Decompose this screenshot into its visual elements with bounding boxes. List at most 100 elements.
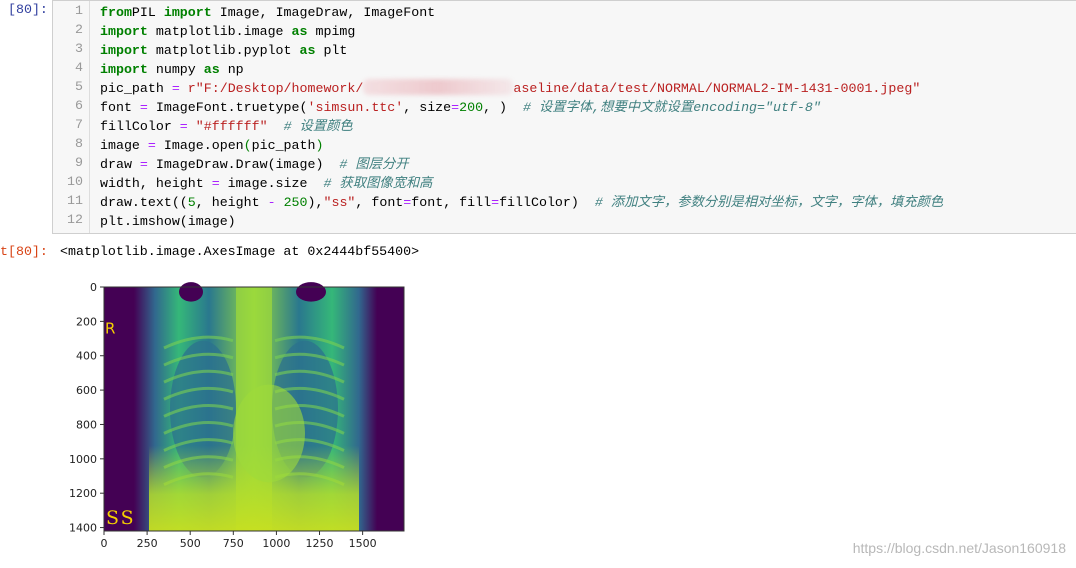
code-line: draw = ImageDraw.Draw(image) # 图层分开 (100, 155, 943, 174)
code-token: = (491, 195, 500, 210)
line-number: 5 (75, 79, 83, 94)
code-token: 'simsun.ttc' (307, 100, 404, 115)
code-token: Image, ImageDraw, ImageFont (211, 5, 436, 20)
code-token: "ss" (323, 195, 356, 210)
code-token: # 添加文字，参数分别是相对坐标，文字，字体，填充颜色 (594, 195, 944, 210)
code-line: pic_path = r"F:/Desktop/homework/aseline… (100, 79, 943, 98)
watermark: https://blog.csdn.net/Jason160918 (852, 540, 1066, 556)
line-number: 6 (75, 98, 83, 113)
x-tick-label: 0 (101, 537, 108, 550)
y-tick-label: 1200 (69, 487, 97, 500)
line-number: 1 (75, 3, 83, 18)
code-token: plt (315, 43, 348, 58)
code-token: fillColor) (499, 195, 595, 210)
dark-patch (296, 282, 326, 302)
code-token: pic_path (100, 81, 172, 96)
code-line: plt.imshow(image) (100, 212, 943, 231)
code-token: ), (307, 195, 324, 210)
code-token: # 设置颜色 (283, 119, 353, 134)
code-line: width, height = image.size # 获取图像宽和高 (100, 174, 943, 193)
y-tick-label: 0 (90, 281, 97, 294)
code-token: image.size (219, 176, 324, 191)
code-token: import (100, 62, 148, 77)
code-token: ) (315, 138, 324, 153)
code-token: - (267, 195, 276, 210)
code-token: font (100, 100, 140, 115)
code-token: import (163, 5, 212, 20)
code-token: fillColor (100, 119, 180, 134)
y-tick-label: 600 (76, 384, 97, 397)
code-token: draw.text(( (100, 195, 188, 210)
code-token: matplotlib.pyplot (147, 43, 300, 58)
code-token: , ) (483, 100, 523, 115)
code-token: aseline/data/test/NORMAL/NORMAL2-IM-1431… (513, 81, 921, 96)
code-token: mpimg (307, 24, 356, 39)
code-token: Image.open (155, 138, 244, 153)
code-token: , size (403, 100, 452, 115)
code-editor[interactable]: fromPIL import Image, ImageDraw, ImageFo… (100, 3, 943, 231)
code-line: font = ImageFont.truetype('simsun.ttc', … (100, 98, 943, 117)
code-token: plt.imshow(image) (100, 214, 236, 229)
code-token: = (139, 100, 148, 115)
code-token: = (171, 81, 180, 96)
code-token: = (451, 100, 460, 115)
line-number: 4 (75, 60, 83, 75)
code-line: import matplotlib.image as mpimg (100, 22, 943, 41)
code-token: ( (243, 138, 252, 153)
code-cell[interactable]: 1 2 3 4 5 6 7 8 9 10 11 12 fromPIL import Image, Im… (52, 0, 1076, 234)
y-tick-label: 1000 (69, 453, 97, 466)
code-token: np (219, 62, 244, 77)
line-number: 2 (75, 22, 83, 37)
code-token: 200 (459, 100, 484, 115)
line-number: 7 (75, 117, 83, 132)
code-token: width, height (100, 176, 212, 191)
code-token: import (100, 43, 148, 58)
code-token: as (203, 62, 220, 77)
code-token: ImageDraw.Draw(image) (147, 157, 340, 172)
code-token: image (100, 138, 148, 153)
code-token: font, fill (411, 195, 492, 210)
code-token: 250 (283, 195, 308, 210)
line-number: 10 (67, 174, 83, 189)
x-tick-label: 750 (223, 537, 244, 550)
code-token: as (291, 24, 308, 39)
code-token: = (147, 138, 156, 153)
code-token: import (100, 24, 148, 39)
y-tick-label: 400 (76, 350, 97, 363)
code-token: matplotlib.image (147, 24, 292, 39)
line-number: 8 (75, 136, 83, 151)
code-token: = (179, 119, 188, 134)
code-token: pic_path (251, 138, 316, 153)
code-token: , height (195, 195, 268, 210)
dark-patch (179, 282, 203, 302)
code-line: draw.text((5, height - 250),"ss", font =f… (100, 193, 943, 212)
code-token: # 设置字体,想要中文就设置encoding="utf-8" (522, 100, 821, 115)
heart (233, 384, 305, 483)
code-token: = (211, 176, 220, 191)
code-token: draw (100, 157, 140, 172)
code-token: ImageFont.truetype( (147, 100, 308, 115)
code-token: r"F:/Desktop/homework/ (187, 81, 364, 96)
y-tick-label: 200 (76, 315, 97, 328)
y-tick-label: 800 (76, 418, 97, 431)
code-token: from (100, 5, 132, 20)
imshow-plot: R SS 0 250 500 750 1000 1250 1500 0 200 400 600 800 10… (69, 281, 405, 550)
code-line: fillColor = "#ffffff" # 设置颜色 (100, 117, 943, 136)
code-token: = (139, 157, 148, 172)
code-line: fromPIL import Image, ImageDraw, ImageFo… (100, 3, 943, 22)
y-tick-label: 1400 (69, 522, 97, 535)
redacted-blur (363, 79, 514, 95)
code-token: , font (355, 195, 404, 210)
code-line: image = Image.open(pic_path) (100, 136, 943, 155)
input-prompt: [80]: (8, 2, 48, 17)
x-tick-label: 1000 (262, 537, 290, 550)
image-label-ss: SS (106, 507, 136, 529)
x-tick-label: 1250 (306, 537, 334, 550)
line-number: 12 (67, 212, 83, 227)
code-token: 5 (187, 195, 196, 210)
x-tick-label: 250 (137, 537, 158, 550)
